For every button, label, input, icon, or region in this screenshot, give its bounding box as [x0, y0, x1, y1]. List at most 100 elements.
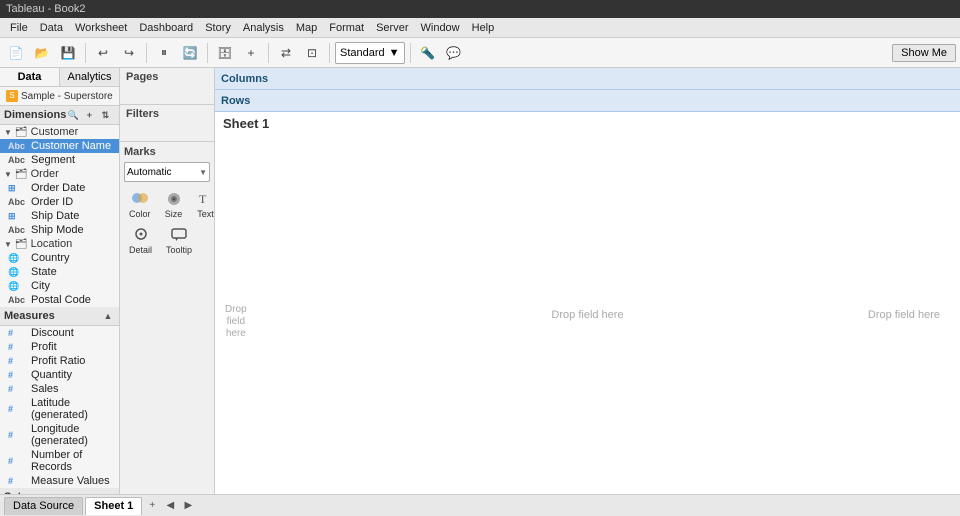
title-text: Tableau - Book2 [6, 3, 86, 15]
marks-icons-row-1: Color Size T Text [124, 188, 210, 222]
marks-type-dropdown[interactable]: Automatic ▼ [124, 162, 210, 182]
size-icon [165, 191, 183, 208]
dimension-ship-mode[interactable]: Abc Ship Mode [0, 223, 119, 237]
section-icons: 🔍 + ⇅ ▲ [66, 108, 119, 122]
panel-scroll: Dimensions 🔍 + ⇅ ▲ ▼ 🗂 Customer Abc Cust… [0, 106, 119, 494]
collapse-sets-icon[interactable]: ▲ [101, 490, 115, 494]
pages-label: Pages [120, 68, 214, 86]
measure-measure-values[interactable]: # Measure Values [0, 474, 119, 488]
dimension-postal-code[interactable]: Abc Postal Code [0, 293, 119, 307]
measure-quantity[interactable]: # Quantity [0, 368, 119, 382]
separator-2 [146, 43, 147, 63]
marks-detail-button[interactable]: Detail [124, 224, 157, 258]
marks-type-row: Automatic ▼ [124, 162, 210, 182]
dropdown-arrow-icon: ▼ [389, 47, 400, 59]
fit-button[interactable]: ⊡ [300, 41, 324, 65]
tooltip-button[interactable]: 💬 [442, 41, 466, 65]
drop-hint-center: Drop field here [551, 309, 623, 321]
measure-longitude[interactable]: # Longitude (generated) [0, 422, 119, 448]
dimension-label-country: Country [31, 252, 70, 264]
measure-latitude[interactable]: # Latitude (generated) [0, 396, 119, 422]
type-badge-discount: # [8, 328, 28, 338]
columns-shelf[interactable]: Columns [215, 68, 960, 90]
menu-window[interactable]: Window [415, 22, 466, 34]
dimension-city[interactable]: 🌐 City [0, 279, 119, 293]
dimension-order-date[interactable]: ⊞ Order Date [0, 181, 119, 195]
measure-discount[interactable]: # Discount [0, 326, 119, 340]
measure-profit-ratio[interactable]: # Profit Ratio [0, 354, 119, 368]
highlight-button[interactable]: 🔦 [416, 41, 440, 65]
measure-label-longitude: Longitude (generated) [31, 423, 115, 447]
standard-dropdown[interactable]: Standard ▼ [335, 42, 405, 64]
dimension-customer-name[interactable]: Abc Customer Name [0, 139, 119, 153]
tab-sheet-1[interactable]: Sheet 1 [85, 497, 142, 515]
swap-button[interactable]: ⇄ [274, 41, 298, 65]
add-sheet-button[interactable]: + [144, 498, 160, 514]
add-datasource-button[interactable]: 🗄 [213, 41, 237, 65]
add-dimension-icon[interactable]: + [82, 108, 96, 122]
pause-button[interactable]: ⏸ [152, 41, 176, 65]
open-button[interactable]: 📂 [30, 41, 54, 65]
redo-button[interactable]: ↪ [117, 41, 141, 65]
type-badge-postal-code: Abc [8, 295, 28, 305]
measure-sales[interactable]: # Sales [0, 382, 119, 396]
collapse-icon[interactable]: ▲ [114, 108, 119, 122]
dimension-ship-date[interactable]: ⊞ Ship Date [0, 209, 119, 223]
customer-chevron-icon: ▼ [4, 128, 12, 137]
new-sheet-button[interactable]: + [239, 41, 263, 65]
pages-shelf: Pages [120, 68, 214, 105]
menu-story[interactable]: Story [199, 22, 237, 34]
sets-header: Sets ▲ [0, 488, 119, 494]
detail-icon [132, 227, 150, 244]
dimension-state[interactable]: 🌐 State [0, 265, 119, 279]
new-button[interactable]: 📄 [4, 41, 28, 65]
panel-tabs: Data Analytics [0, 68, 119, 87]
show-me-button[interactable]: Show Me [892, 44, 956, 62]
dimension-country[interactable]: 🌐 Country [0, 251, 119, 265]
sheet-canvas[interactable]: Drop field here Drop field here Drop fie… [215, 135, 960, 494]
menu-dashboard[interactable]: Dashboard [133, 22, 199, 34]
menu-data[interactable]: Data [34, 22, 69, 34]
menu-file[interactable]: File [4, 22, 34, 34]
sort-icon[interactable]: ⇅ [98, 108, 112, 122]
customer-group-header[interactable]: ▼ 🗂 Customer [0, 125, 119, 139]
collapse-measures-icon[interactable]: ▲ [101, 309, 115, 323]
prev-sheet-button[interactable]: ◀ [162, 498, 178, 514]
measure-label-measure-values: Measure Values [31, 475, 110, 487]
menu-map[interactable]: Map [290, 22, 323, 34]
marks-tooltip-button[interactable]: Tooltip [161, 224, 197, 258]
marks-size-button[interactable]: Size [160, 188, 188, 222]
marks-color-button[interactable]: Color [124, 188, 156, 222]
search-icon[interactable]: 🔍 [66, 108, 80, 122]
type-badge-city: 🌐 [8, 281, 28, 292]
filters-drop-area[interactable] [120, 123, 214, 141]
location-group-label: Location [31, 238, 73, 250]
refresh-button[interactable]: 🔄 [178, 41, 202, 65]
menu-analysis[interactable]: Analysis [237, 22, 290, 34]
toolbar: 📄 📂 💾 ↩ ↪ ⏸ 🔄 🗄 + ⇄ ⊡ Standard ▼ 🔦 💬 Sho… [0, 38, 960, 68]
pages-drop-area[interactable] [120, 86, 214, 104]
main-layout: Data Analytics S Sample - Superstore Dim… [0, 68, 960, 494]
undo-button[interactable]: ↩ [91, 41, 115, 65]
tab-analytics[interactable]: Analytics [60, 68, 119, 86]
dimension-order-id[interactable]: Abc Order ID [0, 195, 119, 209]
filters-label: Filters [120, 105, 214, 123]
text-label: Text [197, 209, 214, 219]
save-button[interactable]: 💾 [56, 41, 80, 65]
menu-format[interactable]: Format [323, 22, 370, 34]
tooltip-icon [170, 227, 188, 244]
type-badge-state: 🌐 [8, 267, 28, 278]
menu-help[interactable]: Help [466, 22, 501, 34]
measure-profit[interactable]: # Profit [0, 340, 119, 354]
drop-hint-right: Drop field here [868, 309, 940, 321]
next-sheet-button[interactable]: ▶ [180, 498, 196, 514]
rows-shelf[interactable]: Rows [215, 90, 960, 112]
order-group-header[interactable]: ▼ 🗂 Order [0, 167, 119, 181]
location-group-header[interactable]: ▼ 🗂 Location [0, 237, 119, 251]
measure-number-records[interactable]: # Number of Records [0, 448, 119, 474]
tab-data[interactable]: Data [0, 68, 60, 86]
tab-data-source[interactable]: Data Source [4, 497, 83, 515]
menu-server[interactable]: Server [370, 22, 414, 34]
menu-worksheet[interactable]: Worksheet [69, 22, 133, 34]
dimension-segment[interactable]: Abc Segment [0, 153, 119, 167]
